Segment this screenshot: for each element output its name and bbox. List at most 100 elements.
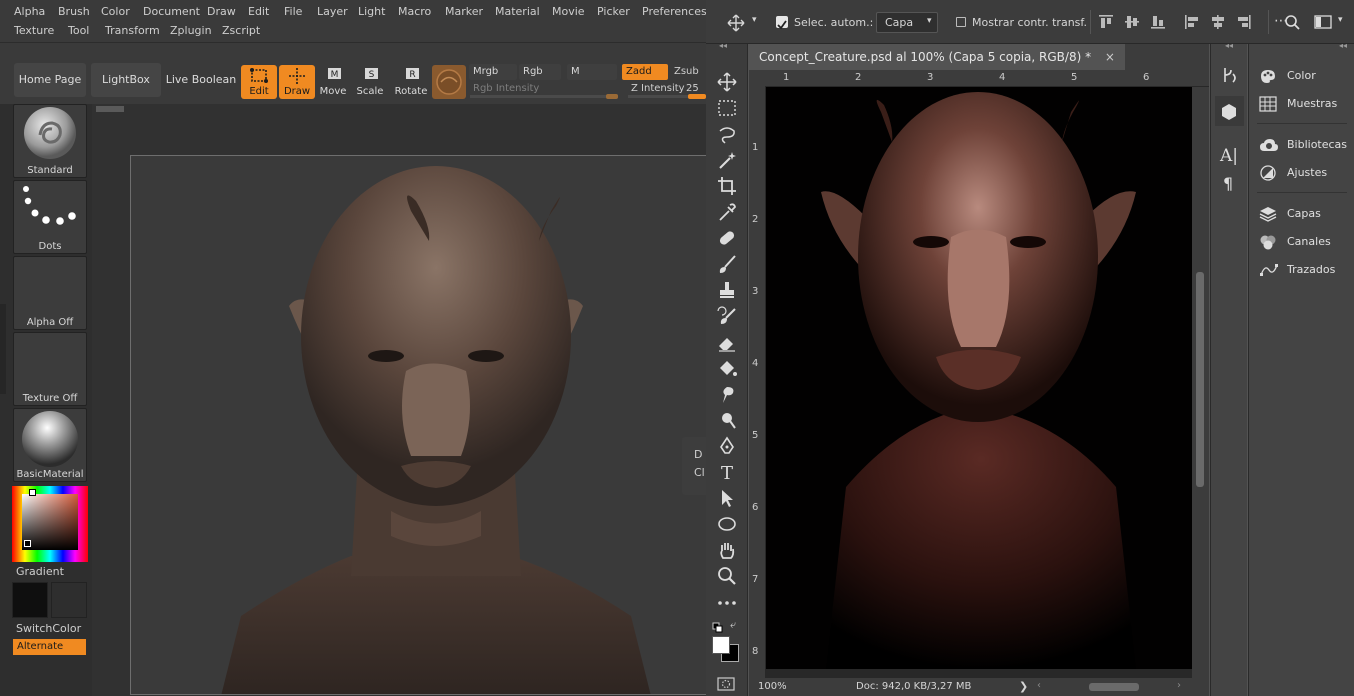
zb-menu-document[interactable]: Document [143, 4, 200, 20]
paragraph-panel-icon[interactable]: ¶ [1223, 174, 1233, 193]
scale-tool-button[interactable]: S Scale [352, 65, 388, 99]
gradient-label[interactable]: Gradient [16, 564, 64, 579]
zb-menu-marker[interactable]: Marker [445, 4, 483, 20]
align-right-icon[interactable] [1236, 14, 1252, 34]
stroke-slot[interactable]: Dots [13, 180, 87, 254]
secondary-color-swatch[interactable] [51, 582, 87, 618]
zb-menu-movie[interactable]: Movie [552, 4, 585, 20]
vertical-scrollbar[interactable] [1192, 87, 1209, 678]
zb-menu-preferences[interactable]: Preferences [642, 4, 706, 20]
panel-layers[interactable]: Capas [1249, 203, 1354, 225]
more-tools-icon[interactable] [715, 592, 739, 614]
workspace-icon[interactable] [1314, 14, 1332, 34]
search-icon[interactable] [1284, 14, 1300, 34]
panel-channels[interactable]: Canales [1249, 231, 1354, 253]
left-tray-handle[interactable] [0, 304, 6, 394]
material-swatch-button[interactable] [432, 65, 466, 99]
mrgb-toggle[interactable]: Mrgb [469, 64, 517, 80]
move-tool-button[interactable]: M Move [315, 65, 351, 99]
panel-color[interactable]: Color [1249, 65, 1354, 87]
zb-menu-file[interactable]: File [284, 4, 302, 20]
lightbox-button[interactable]: LightBox [91, 63, 161, 97]
zbrush-viewport[interactable]: D Cl [92, 104, 706, 696]
history-brush-tool-icon[interactable] [715, 305, 739, 327]
history-panel-icon[interactable] [1221, 66, 1239, 88]
color-picker-sv-marker[interactable] [24, 540, 31, 547]
canvas-scroll-handle[interactable] [96, 106, 124, 112]
switchcolor-button[interactable]: SwitchColor [16, 621, 81, 636]
zoom-tool-icon[interactable] [715, 565, 739, 587]
pen-tool-icon[interactable] [715, 435, 739, 457]
zb-menu-light[interactable]: Light [358, 4, 385, 20]
zadd-toggle[interactable]: Zadd [622, 64, 668, 80]
auto-select-checkbox[interactable] [776, 16, 788, 30]
panel-paths[interactable]: Trazados [1249, 259, 1354, 281]
live-boolean-button[interactable]: Live Boolean [165, 63, 237, 97]
scroll-left-icon[interactable]: ‹ [1037, 680, 1041, 691]
zb-menu-material[interactable]: Material [495, 4, 540, 20]
dock-collapse-icon[interactable]: ◂◂ [1225, 41, 1233, 50]
hand-tool-icon[interactable] [715, 539, 739, 561]
eraser-tool-icon[interactable] [715, 331, 739, 353]
main-color-swatch[interactable] [12, 582, 48, 618]
marquee-tool-icon[interactable] [715, 97, 739, 119]
paint-bucket-tool-icon[interactable] [715, 357, 739, 379]
document-tab[interactable]: Concept_Creature.psd al 100% (Capa 5 cop… [749, 44, 1125, 70]
character-panel-icon[interactable]: A| [1220, 146, 1238, 166]
creature-painting-canvas[interactable] [766, 87, 1192, 669]
type-tool-icon[interactable]: T [715, 461, 739, 484]
scroll-right-icon[interactable]: › [1177, 680, 1181, 691]
home-page-button[interactable]: Home Page [14, 63, 86, 97]
zb-menu-brush[interactable]: Brush [58, 4, 90, 20]
brush-slot[interactable]: Standard [13, 104, 87, 178]
lasso-tool-icon[interactable] [715, 123, 739, 145]
alternate-button[interactable]: Alternate [13, 639, 86, 655]
texture-slot[interactable]: Texture Off [13, 332, 87, 406]
workspace-chevron-icon[interactable]: ▾ [1338, 15, 1343, 25]
path-selection-tool-icon[interactable] [715, 487, 739, 509]
align-vcenter-icon[interactable] [1124, 14, 1140, 34]
m-toggle[interactable]: M [567, 64, 617, 80]
move-tool-icon[interactable] [726, 14, 746, 36]
zb-menu-edit[interactable]: Edit [248, 4, 269, 20]
horizontal-scrollbar-thumb[interactable] [1089, 683, 1139, 691]
quick-mask-icon[interactable] [717, 676, 735, 695]
zb-menu-alpha[interactable]: Alpha [14, 4, 45, 20]
magic-wand-tool-icon[interactable] [715, 149, 739, 171]
healing-brush-tool-icon[interactable] [715, 227, 739, 249]
foreground-color-swatch[interactable] [712, 636, 730, 654]
material-slot[interactable]: BasicMaterial [13, 408, 87, 482]
zsub-toggle[interactable]: Zsub [674, 64, 699, 79]
alpha-slot[interactable]: Alpha Off [13, 256, 87, 330]
zb-menu-tool[interactable]: Tool [68, 23, 89, 39]
align-top-icon[interactable] [1098, 14, 1114, 34]
edit-tool-button[interactable]: Edit [241, 65, 277, 99]
brush-tool-icon[interactable] [715, 253, 739, 275]
zb-menu-color[interactable]: Color [101, 4, 130, 20]
auto-select-target-dropdown[interactable]: Capa ▾ [876, 12, 938, 33]
draw-tool-button[interactable]: Draw [279, 65, 315, 99]
zb-menu-picker[interactable]: Picker [597, 4, 630, 20]
vertical-scrollbar-thumb[interactable] [1196, 272, 1204, 487]
panel-libraries[interactable]: Bibliotecas [1249, 134, 1354, 156]
color-picker-hue-marker[interactable] [29, 489, 36, 496]
align-hcenter-icon[interactable] [1210, 14, 1226, 34]
zbrush-document-area[interactable] [130, 155, 706, 695]
panels-collapse-icon[interactable]: ◂◂ [1339, 41, 1347, 50]
3d-panel-button[interactable] [1215, 96, 1244, 126]
color-picker[interactable] [12, 486, 88, 562]
move-tool-icon-2[interactable] [715, 71, 739, 93]
dodge-tool-icon[interactable] [715, 409, 739, 431]
zoom-level[interactable]: 100% [758, 681, 787, 692]
smudge-tool-icon[interactable] [715, 383, 739, 405]
zb-menu-zscript[interactable]: Zscript [222, 23, 260, 39]
clone-stamp-tool-icon[interactable] [715, 279, 739, 301]
close-tab-icon[interactable]: × [1105, 50, 1115, 64]
status-chevron-icon[interactable]: ❯ [1019, 680, 1028, 693]
rgb-intensity-slider[interactable] [470, 94, 618, 99]
zb-menu-draw[interactable]: Draw [207, 4, 236, 20]
zb-menu-layer[interactable]: Layer [317, 4, 348, 20]
rgb-toggle[interactable]: Rgb [519, 64, 561, 80]
zb-menu-zplugin[interactable]: Zplugin [170, 23, 212, 39]
show-transform-checkbox[interactable] [956, 17, 966, 27]
